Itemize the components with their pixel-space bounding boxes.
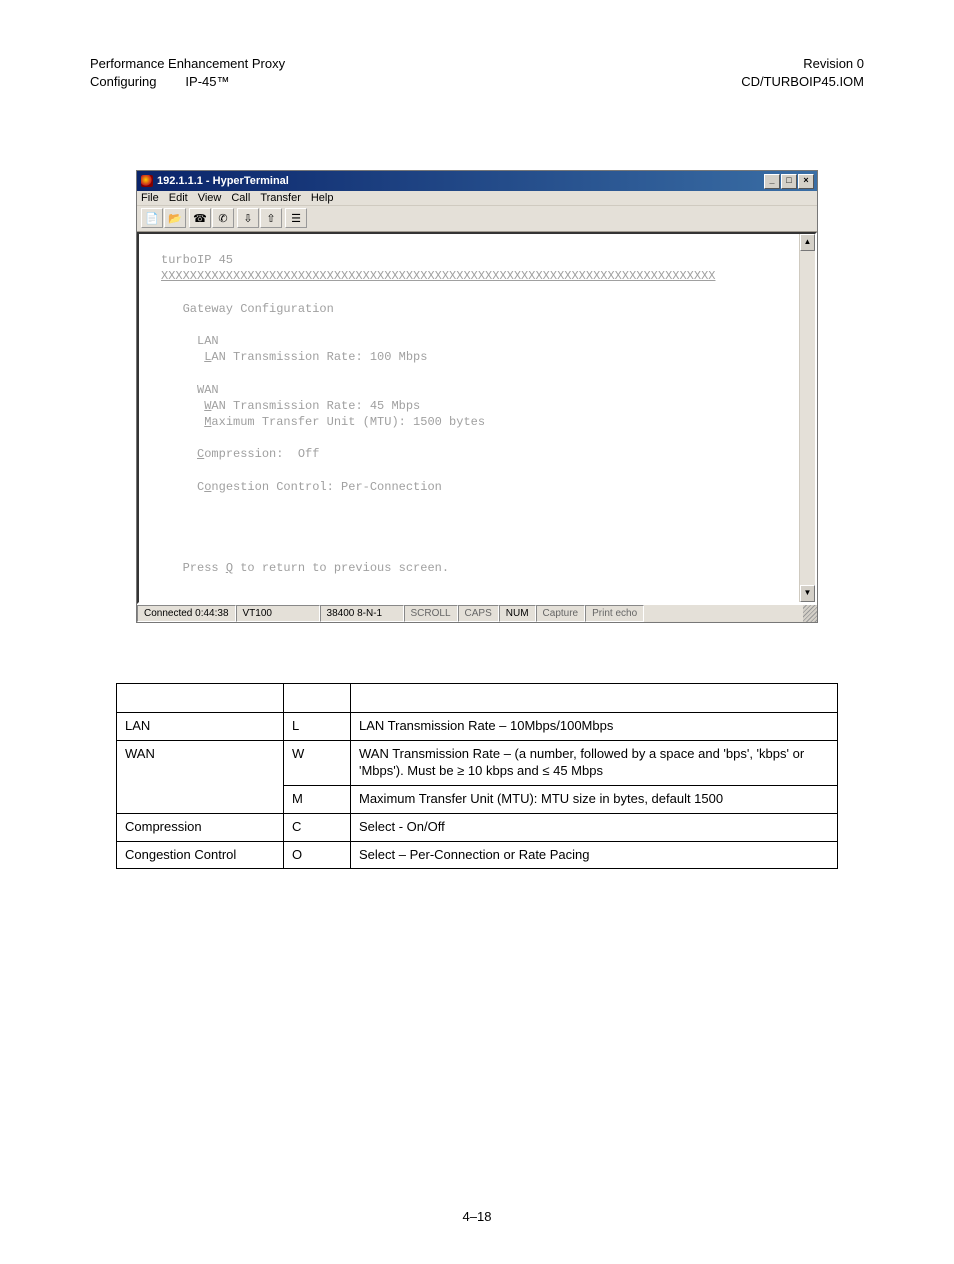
- resize-grip-icon[interactable]: [803, 605, 817, 622]
- new-doc-icon[interactable]: 📄: [141, 208, 163, 228]
- header-right-line1: Revision 0: [803, 56, 864, 71]
- minimize-button[interactable]: _: [764, 174, 780, 189]
- table-cell-feature: Compression: [117, 813, 284, 841]
- term-wan-header: WAN: [161, 383, 219, 397]
- table-cell-feature: Congestion Control: [117, 841, 284, 869]
- term-separator: XXXXXXXXXXXXXXXXXXXXXXXXXXXXXXXXXXXXXXXX…: [161, 269, 716, 283]
- connect-icon[interactable]: ☎: [189, 208, 211, 228]
- status-num: NUM: [499, 605, 536, 622]
- window-controls: _ □ ×: [764, 174, 814, 189]
- menu-edit[interactable]: Edit: [169, 192, 188, 204]
- menu-call[interactable]: Call: [231, 192, 250, 204]
- scroll-up-icon[interactable]: ▲: [800, 234, 815, 251]
- table-cell-feature: WAN: [117, 740, 284, 813]
- status-port: 38400 8-N-1: [320, 605, 404, 622]
- table-cell-key: M: [284, 785, 351, 813]
- table-cell-description: Select – Per-Connection or Rate Pacing: [351, 841, 838, 869]
- table-row: WANWWAN Transmission Rate – (a number, f…: [117, 740, 838, 785]
- window-title: 192.1.1.1 - HyperTerminal: [157, 175, 289, 187]
- status-scroll: SCROLL: [404, 605, 458, 622]
- vertical-scrollbar[interactable]: ▲ ▼: [799, 234, 815, 602]
- table-row: LANLLAN Transmission Rate – 10Mbps/100Mb…: [117, 713, 838, 741]
- table-cell-description: Maximum Transfer Unit (MTU): MTU size in…: [351, 785, 838, 813]
- table-cell-key: W: [284, 740, 351, 785]
- header-left-line2: Configuring: [90, 74, 157, 89]
- tool-bar: 📄 📂 ☎ ✆ ⇩ ⇧ ☰: [137, 206, 817, 232]
- receive-icon[interactable]: ⇧: [260, 208, 282, 228]
- table-cell-key: C: [284, 813, 351, 841]
- header-left-line2-indent: IP-45™: [185, 74, 229, 89]
- close-button[interactable]: ×: [798, 174, 814, 189]
- menu-bar: File Edit View Call Transfer Help: [137, 191, 817, 206]
- open-folder-icon[interactable]: 📂: [164, 208, 186, 228]
- app-icon: [141, 175, 153, 187]
- table-cell-description: WAN Transmission Rate – (a number, follo…: [351, 740, 838, 785]
- table-row: Congestion ControlOSelect – Per-Connecti…: [117, 841, 838, 869]
- page-header: Performance Enhancement Proxy Configurin…: [90, 55, 864, 90]
- table-cell-feature: LAN: [117, 713, 284, 741]
- maximize-button[interactable]: □: [781, 174, 797, 189]
- menu-file[interactable]: File: [141, 192, 159, 204]
- status-bar: Connected 0:44:38 VT100 38400 8-N-1 SCRO…: [137, 604, 817, 622]
- table-cell-key: L: [284, 713, 351, 741]
- table-header-2: [284, 684, 351, 713]
- table-row: CompressionCSelect - On/Off: [117, 813, 838, 841]
- properties-icon[interactable]: ☰: [285, 208, 307, 228]
- menu-help[interactable]: Help: [311, 192, 334, 204]
- menu-transfer[interactable]: Transfer: [260, 192, 301, 204]
- send-icon[interactable]: ⇩: [237, 208, 259, 228]
- menu-view[interactable]: View: [198, 192, 222, 204]
- term-lan-header: LAN: [161, 334, 219, 348]
- table-header-row: [117, 684, 838, 713]
- header-left-line1: Performance Enhancement Proxy: [90, 56, 285, 71]
- hyperterminal-window: 192.1.1.1 - HyperTerminal _ □ × File Edi…: [136, 170, 818, 623]
- status-emulation: VT100: [236, 605, 320, 622]
- term-quit-hotkey: Q: [226, 561, 233, 575]
- title-bar[interactable]: 192.1.1.1 - HyperTerminal _ □ ×: [137, 171, 817, 191]
- scroll-down-icon[interactable]: ▼: [800, 585, 815, 602]
- table-cell-description: LAN Transmission Rate – 10Mbps/100Mbps: [351, 713, 838, 741]
- status-caps: CAPS: [458, 605, 499, 622]
- status-capture: Capture: [536, 605, 586, 622]
- term-section-header: Gateway Configuration: [161, 302, 334, 316]
- document-page: Performance Enhancement Proxy Configurin…: [0, 0, 954, 1264]
- table-header-1: [117, 684, 284, 713]
- disconnect-icon[interactable]: ✆: [212, 208, 234, 228]
- status-printecho: Print echo: [585, 605, 644, 622]
- status-connected: Connected 0:44:38: [137, 605, 236, 622]
- terminal-content-wrap: turboIP 45 XXXXXXXXXXXXXXXXXXXXXXXXXXXXX…: [137, 232, 817, 604]
- reference-table: LANLLAN Transmission Rate – 10Mbps/100Mb…: [116, 683, 838, 869]
- page-number: 4–18: [90, 1209, 864, 1224]
- table-cell-key: O: [284, 841, 351, 869]
- term-app-title: turboIP 45: [161, 253, 233, 267]
- table-cell-description: Select - On/Off: [351, 813, 838, 841]
- table-header-3: [351, 684, 838, 713]
- terminal-output[interactable]: turboIP 45 XXXXXXXXXXXXXXXXXXXXXXXXXXXXX…: [139, 234, 799, 602]
- header-right-line2: CD/TURBOIP45.IOM: [741, 74, 864, 89]
